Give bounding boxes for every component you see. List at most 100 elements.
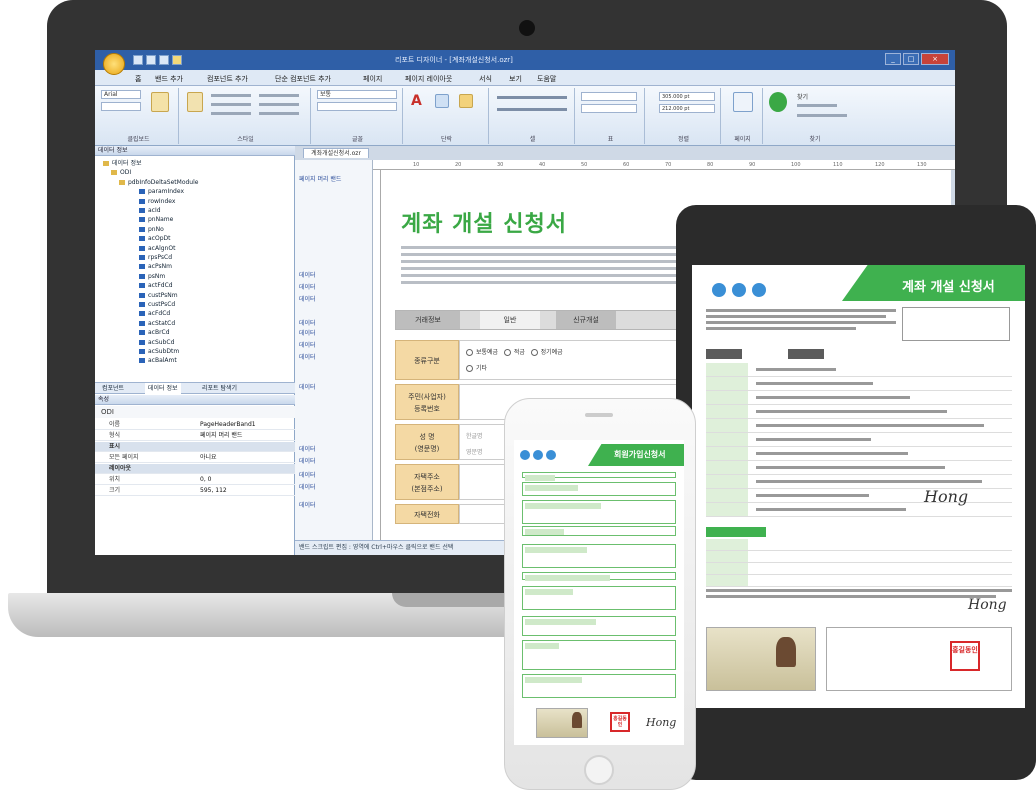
property-value[interactable]: 아니요 <box>200 453 217 463</box>
band-label[interactable]: 데이터 <box>299 482 316 491</box>
tree-node[interactable]: acBalAmt <box>139 357 177 365</box>
tree-node[interactable]: acPsNm <box>139 263 172 271</box>
menu-home[interactable]: 홈 <box>135 74 141 84</box>
property-row[interactable]: 위치 0, 0 <box>95 475 295 485</box>
tree-node[interactable]: acStatCd <box>139 320 175 328</box>
menu-format[interactable]: 서식 <box>479 74 492 84</box>
band-label[interactable]: 데이터 <box>299 456 316 465</box>
row-label[interactable]: 종류구분 <box>395 340 459 380</box>
app-menu-icon[interactable] <box>103 53 125 75</box>
home-button[interactable] <box>584 755 614 785</box>
tab-report-explorer[interactable]: 리포트 탐색기 <box>199 383 240 395</box>
band-label[interactable]: 데이터 <box>299 500 316 509</box>
menu-add-band[interactable]: 밴드 추가 <box>155 74 183 84</box>
tree-node[interactable]: ODI <box>111 169 131 177</box>
property-row[interactable]: 이름 PageHeaderBand1 <box>95 420 295 430</box>
search-icon[interactable] <box>732 283 746 297</box>
menu-add-simple-component[interactable]: 단순 컴포넌트 추가 <box>275 74 331 84</box>
row-label[interactable]: 주민(사업자) 등록번호 <box>395 384 459 420</box>
property-row[interactable]: 표시 <box>95 442 295 452</box>
header-cell[interactable]: 신규개설 <box>556 311 616 329</box>
tree-node[interactable]: acId <box>139 207 161 215</box>
user-icon[interactable] <box>546 450 556 460</box>
menu-page[interactable]: 페이지 <box>363 74 382 84</box>
row-label[interactable]: 성 명 (영문명) <box>395 424 459 460</box>
row-label[interactable]: 자택전화 <box>395 504 459 524</box>
phone-form-section[interactable] <box>522 482 676 496</box>
property-value[interactable]: 0, 0 <box>200 475 211 485</box>
table-box-2[interactable] <box>581 104 637 113</box>
fill-color-icon[interactable] <box>435 94 449 108</box>
menu-view[interactable]: 보기 <box>509 74 522 84</box>
form-row[interactable] <box>706 461 1012 475</box>
band-label[interactable]: 페이지 머리 밴드 <box>299 174 341 183</box>
phone-form-section[interactable] <box>522 472 676 481</box>
undo-icon[interactable] <box>146 55 156 65</box>
phone-form-section[interactable] <box>522 526 676 536</box>
tree-node[interactable]: 데이터 정보 <box>103 160 142 168</box>
phone-form-section[interactable] <box>522 674 676 698</box>
tree-node[interactable]: actFdCd <box>139 282 173 290</box>
property-value[interactable]: 595, 112 <box>200 486 227 496</box>
radio-icon[interactable] <box>466 349 473 356</box>
tree-node[interactable]: pnNo <box>139 226 164 234</box>
tree-node[interactable]: acAlgnOt <box>139 245 175 253</box>
band-label[interactable]: 데이터 <box>299 270 316 279</box>
form-row[interactable] <box>706 405 1012 419</box>
form-row[interactable] <box>706 539 1012 551</box>
band-label[interactable]: 데이터 <box>299 340 316 349</box>
tree-node[interactable]: acFdCd <box>139 310 170 318</box>
form-row[interactable] <box>706 419 1012 433</box>
tree-node[interactable]: psNm <box>139 273 165 281</box>
tree-node[interactable]: rowIndex <box>139 198 175 206</box>
phone-form-section[interactable] <box>522 586 676 610</box>
property-value[interactable]: 페이지 머리 밴드 <box>200 431 242 441</box>
menu-page-layout[interactable]: 페이지 레이아웃 <box>405 74 452 84</box>
tab-components[interactable]: 컴포넌트 <box>99 383 127 395</box>
form-row[interactable] <box>706 563 1012 575</box>
align-buttons-row[interactable] <box>497 96 567 99</box>
find-button[interactable]: 찾기 <box>797 92 808 101</box>
band-label[interactable]: 데이터 <box>299 318 316 327</box>
width-input[interactable]: 305.000 pt <box>659 92 715 101</box>
align-buttons-row[interactable] <box>497 108 567 111</box>
redo-icon[interactable] <box>159 55 169 65</box>
font-size-box[interactable] <box>101 102 141 111</box>
tree-node[interactable]: acOpDt <box>139 235 170 243</box>
band-label[interactable]: 데이터 <box>299 352 316 361</box>
radio-icon[interactable] <box>530 349 538 356</box>
header-cell[interactable]: 거래정보 <box>396 311 460 329</box>
form-row[interactable] <box>706 433 1012 447</box>
pencil-icon[interactable] <box>459 94 473 108</box>
properties-object[interactable]: ODI <box>95 406 295 418</box>
page-setup-icon[interactable] <box>733 92 753 112</box>
band-label[interactable]: 데이터 <box>299 382 316 391</box>
property-row[interactable]: 레이아웃 <box>95 464 295 474</box>
tree-node[interactable]: pnName <box>139 216 173 224</box>
user-icon[interactable] <box>752 283 766 297</box>
tree-node[interactable]: custPsCd <box>139 301 175 309</box>
height-input[interactable]: 212.000 pt <box>659 104 715 113</box>
phone-form-section[interactable] <box>522 616 676 636</box>
phone-form-section[interactable] <box>522 544 676 568</box>
property-value[interactable]: PageHeaderBand1 <box>200 420 256 430</box>
minimize-button[interactable]: _ <box>885 53 901 65</box>
style-name-box[interactable]: 보통 <box>317 90 397 99</box>
tree-node[interactable]: rpsPsCd <box>139 254 172 262</box>
form-row[interactable] <box>706 391 1012 405</box>
tree-node[interactable]: acSubCd <box>139 339 174 347</box>
tree-node[interactable]: custPsNm <box>139 292 178 300</box>
close-button[interactable]: × <box>921 53 949 65</box>
document-title[interactable]: 계좌 개설 신청서 <box>401 206 567 238</box>
table-box-1[interactable] <box>581 92 637 101</box>
search-icon[interactable] <box>533 450 543 460</box>
phone-form-section[interactable] <box>522 572 676 581</box>
menu-add-component[interactable]: 컴포넌트 추가 <box>207 74 248 84</box>
font-color-icon[interactable]: A <box>411 94 425 108</box>
form-row[interactable] <box>706 551 1012 563</box>
phone-form-section[interactable] <box>522 640 676 670</box>
band-label[interactable]: 데이터 <box>299 294 316 303</box>
row-label[interactable]: 자택주소 (본점주소) <box>395 464 459 500</box>
band-label[interactable]: 데이터 <box>299 470 316 479</box>
document-tab[interactable]: 계좌개설신청서.ozr <box>303 148 369 158</box>
